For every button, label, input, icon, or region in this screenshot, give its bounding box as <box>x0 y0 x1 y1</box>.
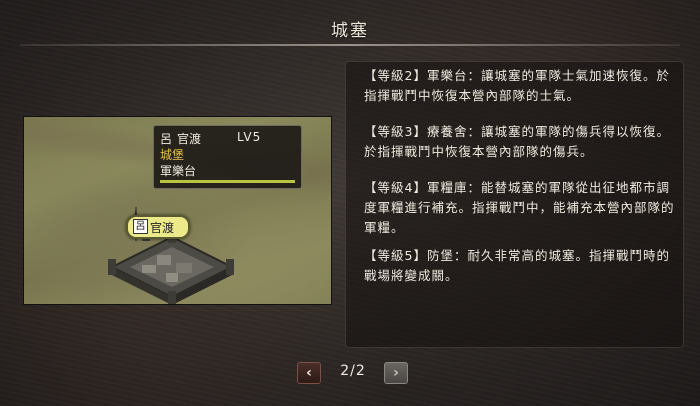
next-page-button[interactable]: › <box>384 362 408 384</box>
page-title: 城塞 <box>331 21 369 41</box>
location-badge[interactable]: 呂 官渡 <box>126 215 190 239</box>
level-3-description: 【等級3】療養舍：讓城塞的軍隊的傷兵得以恢復。於指揮戰鬥中恢復本營內部隊的傷兵。 <box>364 124 670 159</box>
fortress-icon <box>108 207 235 304</box>
pager: ‹ 2/2 › <box>297 362 408 384</box>
tooltip-facility: 軍樂台 <box>160 164 197 178</box>
tooltip-level: LV5 <box>237 130 262 144</box>
clan-mark: 呂 <box>160 132 173 146</box>
durability-bar-fill <box>160 180 295 183</box>
durability-bar <box>160 180 295 183</box>
level-4-description: 【等級4】軍糧庫：能替城塞的軍隊從出征地都市調度軍糧進行補充。指揮戰鬥中，能補充… <box>364 180 675 235</box>
clan-emblem-icon: 呂 <box>133 219 148 234</box>
location-name: 官渡 <box>150 221 175 235</box>
description-panel: 【等級2】軍樂台：讓城塞的軍隊士氣加速恢復。於指揮戰鬥中恢復本營內部隊的士氣。 … <box>345 61 684 348</box>
tooltip-type: 城堡 <box>160 148 185 162</box>
level-5-description: 【等級5】防堡：耐久非常高的城塞。指揮戰鬥時的戰場將變成關。 <box>364 248 670 283</box>
tooltip-title-row: 呂官渡 <box>160 130 201 147</box>
title-divider <box>20 44 680 46</box>
page-indicator: 2/2 <box>340 363 366 379</box>
tooltip-location: 官渡 <box>177 132 202 146</box>
prev-page-button[interactable]: ‹ <box>297 362 321 384</box>
level-2-description: 【等級2】軍樂台：讓城塞的軍隊士氣加速恢復。於指揮戰鬥中恢復本營內部隊的士氣。 <box>364 68 670 103</box>
fortress-tooltip: 呂官渡 LV5 城堡 軍樂台 <box>153 125 302 189</box>
